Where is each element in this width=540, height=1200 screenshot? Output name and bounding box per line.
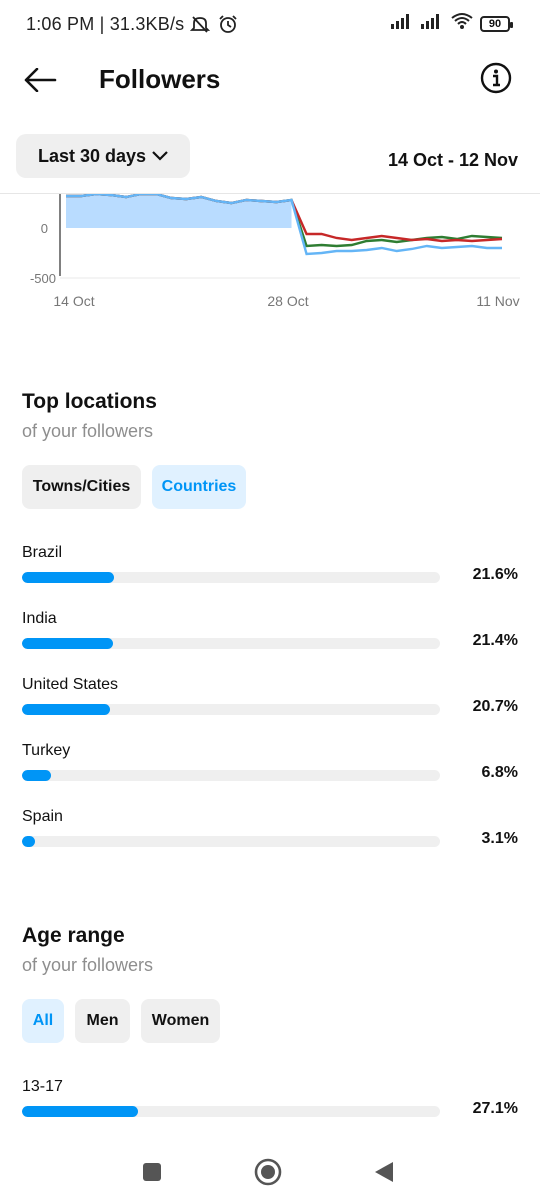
followers-chart: 0 -500 14 Oct 28 Oct 11 Nov xyxy=(0,194,540,314)
back-nav-button[interactable] xyxy=(364,1152,404,1192)
top-locations-title: Top locations xyxy=(22,390,157,413)
system-nav-bar xyxy=(0,1140,540,1200)
wifi-icon xyxy=(450,12,474,35)
progress-fill xyxy=(22,1106,138,1117)
arrow-left-icon xyxy=(24,68,57,92)
back-button[interactable] xyxy=(20,62,60,98)
status-bar: 1:06 PM | 31.3KB/s 90 xyxy=(0,0,540,48)
row-percentage: 21.4% xyxy=(472,632,518,649)
status-icons: 90 xyxy=(390,12,513,35)
age_range-chip-all[interactable]: All xyxy=(22,999,64,1043)
top_locations-chip-countries[interactable]: Countries xyxy=(152,465,246,509)
chart-svg: 0 -500 14 Oct 28 Oct 11 Nov xyxy=(30,194,520,309)
square-icon xyxy=(143,1163,161,1181)
row-label: Brazil xyxy=(22,544,63,561)
battery-icon: 90 xyxy=(480,15,513,32)
y-tick-label: -500 xyxy=(30,271,56,286)
x-tick-label: 11 Nov xyxy=(476,293,519,309)
row-percentage: 27.1% xyxy=(472,1100,518,1117)
progress-track xyxy=(22,1106,440,1117)
age_range-chip-women[interactable]: Women xyxy=(141,999,220,1043)
row-label: India xyxy=(22,610,57,627)
date-range: 14 Oct - 12 Nov xyxy=(387,150,518,170)
signal-icon xyxy=(390,12,414,35)
home-button[interactable] xyxy=(248,1152,288,1192)
progress-fill xyxy=(22,704,111,715)
mute-icon xyxy=(189,14,211,39)
age-range-subtitle: of your followers xyxy=(22,955,154,975)
alarm-icon xyxy=(218,14,238,39)
status-time-speed: 1:06 PM | 31.3KB/s xyxy=(26,14,185,34)
row-percentage: 21.6% xyxy=(472,566,518,583)
progress-fill xyxy=(22,836,36,847)
row-percentage: 6.8% xyxy=(481,764,518,781)
row-label: 13-17 xyxy=(22,1078,63,1095)
progress-fill xyxy=(22,572,115,583)
age-range-title: Age range xyxy=(22,924,125,947)
app-header: Followers xyxy=(0,50,540,110)
top-locations-subtitle: of your followers xyxy=(22,421,154,441)
info-button[interactable] xyxy=(480,62,512,94)
row-percentage: 3.1% xyxy=(481,830,518,847)
row-label: Turkey xyxy=(22,742,71,759)
x-tick-label: 28 Oct xyxy=(267,293,308,309)
period-label: Last 30 days xyxy=(37,145,147,166)
progress-track xyxy=(22,638,440,649)
progress-fill xyxy=(22,638,114,649)
period-dropdown[interactable]: Last 30 days xyxy=(16,134,190,178)
triangle-back-icon xyxy=(375,1162,393,1182)
age_range-chip-men[interactable]: Men xyxy=(75,999,130,1043)
circle-icon xyxy=(254,1158,282,1186)
info-icon xyxy=(480,62,512,94)
page-title: Followers xyxy=(99,64,221,94)
row-label: Spain xyxy=(22,808,63,825)
x-tick-label: 14 Oct xyxy=(53,293,94,309)
progress-track xyxy=(22,770,440,781)
progress-track xyxy=(22,704,440,715)
signal-icon-2 xyxy=(420,12,444,35)
y-tick-label: 0 xyxy=(41,221,48,236)
recents-button[interactable] xyxy=(132,1152,172,1192)
progress-track xyxy=(22,836,440,847)
chevron-down-icon xyxy=(152,151,168,161)
top_locations-chip-towns-cities[interactable]: Towns/Cities xyxy=(22,465,141,509)
row-label: United States xyxy=(22,676,119,693)
date-filter-row: Last 30 days 14 Oct - 12 Nov xyxy=(0,134,540,180)
row-percentage: 20.7% xyxy=(472,698,518,715)
progress-fill xyxy=(22,770,51,781)
progress-track xyxy=(22,572,440,583)
